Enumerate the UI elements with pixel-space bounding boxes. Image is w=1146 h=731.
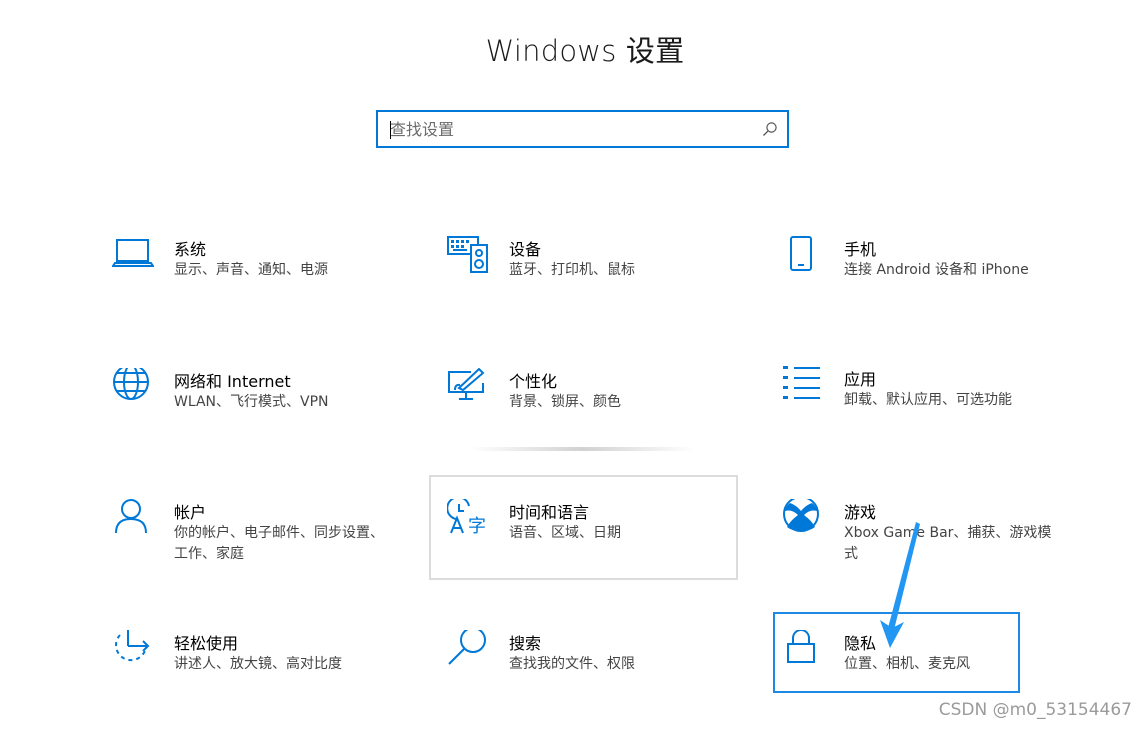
- tile-network-desc: WLAN、飞行模式、VPN: [174, 394, 329, 410]
- tile-privacy-desc: 位置、相机、麦克风: [844, 656, 970, 672]
- laptop-icon: [112, 236, 154, 278]
- tile-time-language[interactable]: 字 时间和语言 语音、区域、日期: [447, 499, 757, 599]
- svg-text:字: 字: [468, 516, 486, 537]
- tile-apps-desc: 卸载、默认应用、可选功能: [844, 392, 1012, 408]
- tile-network[interactable]: 网络和 Internet WLAN、飞行模式、VPN: [112, 368, 422, 468]
- page-title: Windows 设置: [485, 34, 685, 68]
- paint-monitor-icon: [447, 368, 489, 410]
- hover-shadow: [470, 447, 695, 451]
- tile-phone-name: 手机: [844, 240, 877, 259]
- tile-time-language-desc: 语音、区域、日期: [509, 525, 621, 541]
- magnifier-icon: [447, 630, 489, 672]
- tile-time-language-name: 时间和语言: [509, 503, 590, 522]
- person-icon: [112, 499, 154, 541]
- tile-apps[interactable]: 应用 卸载、默认应用、可选功能: [782, 366, 1092, 466]
- tile-personalization-desc: 背景、锁屏、颜色: [509, 394, 621, 410]
- app-list-icon: [782, 366, 824, 408]
- tile-phone-desc: 连接 Android 设备和 iPhone: [844, 262, 1029, 278]
- tile-gaming[interactable]: 游戏 Xbox Game Bar、捕获、游戏模式: [782, 499, 1092, 599]
- keyboard-speaker-icon: [447, 236, 489, 278]
- tile-search-desc: 查找我的文件、权限: [509, 656, 635, 672]
- tile-ease-of-access-name: 轻松使用: [174, 634, 239, 653]
- tile-search-name: 搜索: [509, 634, 542, 653]
- tile-search[interactable]: 搜索 查找我的文件、权限: [447, 630, 757, 730]
- tile-ease-of-access[interactable]: 轻松使用 讲述人、放大镜、高对比度: [112, 630, 422, 730]
- clock-language-icon: 字: [447, 499, 489, 541]
- tile-accounts[interactable]: 帐户 你的帐户、电子邮件、同步设置、工作、家庭: [112, 499, 422, 599]
- tile-devices[interactable]: 设备 蓝牙、打印机、鼠标: [447, 236, 757, 336]
- tile-devices-desc: 蓝牙、打印机、鼠标: [509, 262, 635, 278]
- search-input[interactable]: [390, 112, 750, 146]
- tile-system-desc: 显示、声音、通知、电源: [174, 262, 328, 278]
- lock-icon: [782, 630, 824, 672]
- tile-accounts-name: 帐户: [174, 503, 207, 522]
- tile-personalization-name: 个性化: [509, 372, 558, 391]
- tile-devices-name: 设备: [509, 240, 542, 259]
- phone-icon: [782, 236, 824, 278]
- ease-of-access-icon: [112, 630, 154, 672]
- xbox-icon: [782, 499, 824, 541]
- globe-icon: [112, 368, 154, 410]
- search-icon[interactable]: [762, 121, 778, 137]
- watermark: CSDN @m0_53154467: [938, 700, 1132, 720]
- tile-network-name: 网络和 Internet: [174, 372, 291, 391]
- tile-apps-name: 应用: [844, 370, 877, 389]
- tile-ease-of-access-desc: 讲述人、放大镜、高对比度: [174, 656, 342, 672]
- tile-system-name: 系统: [174, 240, 207, 259]
- tile-phone[interactable]: 手机 连接 Android 设备和 iPhone: [782, 236, 1092, 336]
- text-caret: [390, 121, 391, 139]
- search-box[interactable]: [376, 110, 789, 148]
- tile-accounts-desc: 你的帐户、电子邮件、同步设置、工作、家庭: [174, 525, 384, 562]
- annotation-arrow: [880, 522, 920, 648]
- tile-personalization[interactable]: 个性化 背景、锁屏、颜色: [447, 368, 757, 468]
- tile-system[interactable]: 系统 显示、声音、通知、电源: [112, 236, 422, 336]
